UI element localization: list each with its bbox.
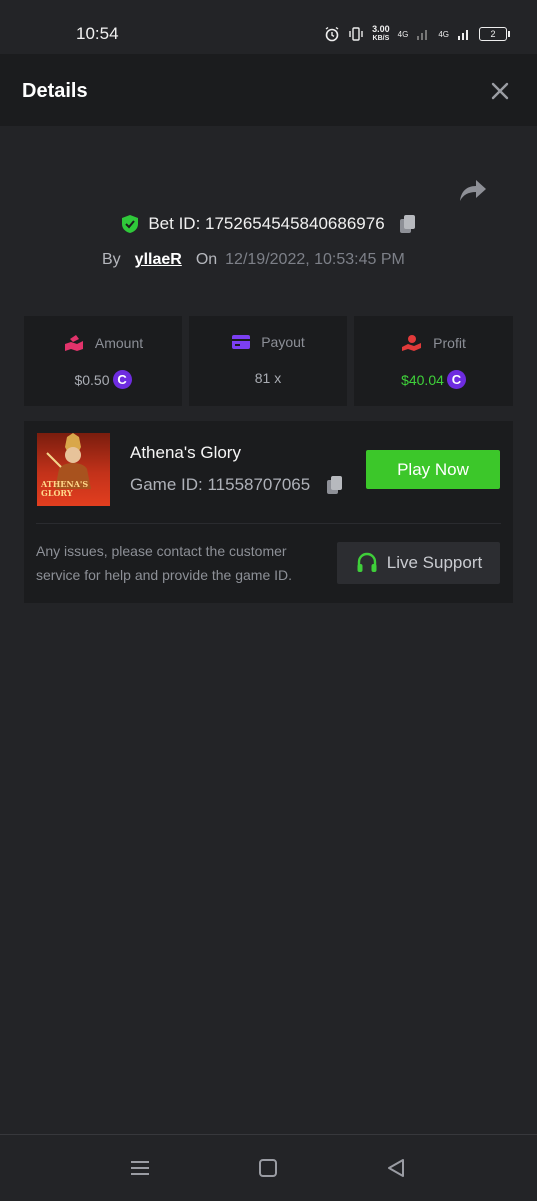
system-nav-bar — [0, 1134, 537, 1201]
page-title: Details — [22, 80, 88, 102]
home-button[interactable] — [257, 1157, 281, 1179]
game-id: Game ID: 11558707065 — [130, 475, 311, 494]
stat-payout: Payout 81 x — [189, 316, 347, 406]
home-square-icon — [259, 1159, 277, 1177]
headset-icon — [357, 552, 377, 572]
stat-amount: Amount $0.50 C — [24, 316, 182, 406]
coin-icon: C — [112, 370, 132, 389]
bet-date: 12/19/2022, 10:53:45 PM — [225, 251, 405, 268]
amount-label: Amount — [94, 335, 144, 351]
back-triangle-icon — [388, 1159, 404, 1177]
status-bar: 10:54 3.00 KB/S 4G 4G 2 — [0, 0, 537, 54]
signal-icon — [417, 30, 428, 40]
status-icons: 3.00 KB/S 4G 4G 2 — [324, 22, 510, 46]
play-now-button[interactable]: Play Now — [366, 450, 500, 489]
copy-game-id-button[interactable] — [326, 475, 344, 495]
bet-id-row: Bet ID: 1752654545840686976 — [0, 214, 537, 242]
live-support-button[interactable]: Live Support — [337, 542, 500, 584]
verified-shield-icon — [122, 215, 139, 233]
game-name: Athena's Glory — [130, 443, 241, 462]
copy-bet-id-button[interactable] — [399, 214, 417, 234]
profit-label: Profit — [433, 335, 466, 351]
coin-icon: C — [446, 370, 466, 389]
copy-icon — [327, 476, 343, 494]
vibrate-icon — [349, 27, 363, 41]
menu-icon — [131, 1161, 149, 1175]
live-support-label: Live Support — [386, 553, 483, 572]
username-link[interactable]: yllaeR — [135, 251, 182, 269]
game-id-row: Game ID: 11558707065 — [130, 475, 344, 495]
header: Details — [0, 54, 537, 126]
payout-label: Payout — [261, 334, 305, 350]
on-label: On — [195, 251, 218, 268]
close-button[interactable] — [489, 80, 511, 102]
by-label: By — [102, 251, 121, 268]
card-icon — [232, 335, 251, 349]
game-thumbnail[interactable]: ATHENA'S GLORY — [37, 433, 110, 506]
alarm-icon — [325, 26, 339, 42]
status-time: 10:54 — [76, 24, 119, 43]
amount-value: $0.50 — [74, 371, 110, 388]
support-text: Any issues, please contact the customer … — [36, 543, 293, 583]
share-button[interactable] — [458, 178, 488, 204]
back-button[interactable] — [385, 1157, 409, 1179]
bet-meta: By yllaeR On 12/19/2022, 10:53:45 PM — [102, 249, 405, 271]
battery-level: 2 — [490, 29, 496, 39]
copy-icon — [399, 215, 415, 233]
bet-id: Bet ID: 1752654545840686976 — [148, 214, 385, 233]
network-speed: 3.00 KB/S — [372, 25, 390, 43]
battery-icon: 2 — [479, 27, 510, 41]
profit-value: $40.04 — [401, 371, 444, 388]
recent-apps-button[interactable] — [128, 1157, 152, 1179]
signal-icon — [458, 30, 468, 40]
share-icon — [460, 180, 486, 201]
profit-hand-icon — [402, 335, 422, 351]
payout-value: 81 x — [254, 370, 282, 386]
speed-unit: KB/S — [372, 35, 390, 42]
close-icon — [491, 82, 509, 100]
stat-profit: Profit $40.04 C — [354, 316, 513, 406]
network-type-2: 4G — [438, 29, 449, 39]
money-hand-icon — [64, 335, 83, 351]
game-thumb-text: ATHENA'S GLORY — [41, 479, 89, 498]
game-card: ATHENA'S GLORY Athena's Glory Game ID: 1… — [24, 421, 513, 603]
speed-value: 3.00 — [372, 24, 390, 34]
divider — [36, 523, 501, 524]
network-type-1: 4G — [397, 29, 409, 39]
